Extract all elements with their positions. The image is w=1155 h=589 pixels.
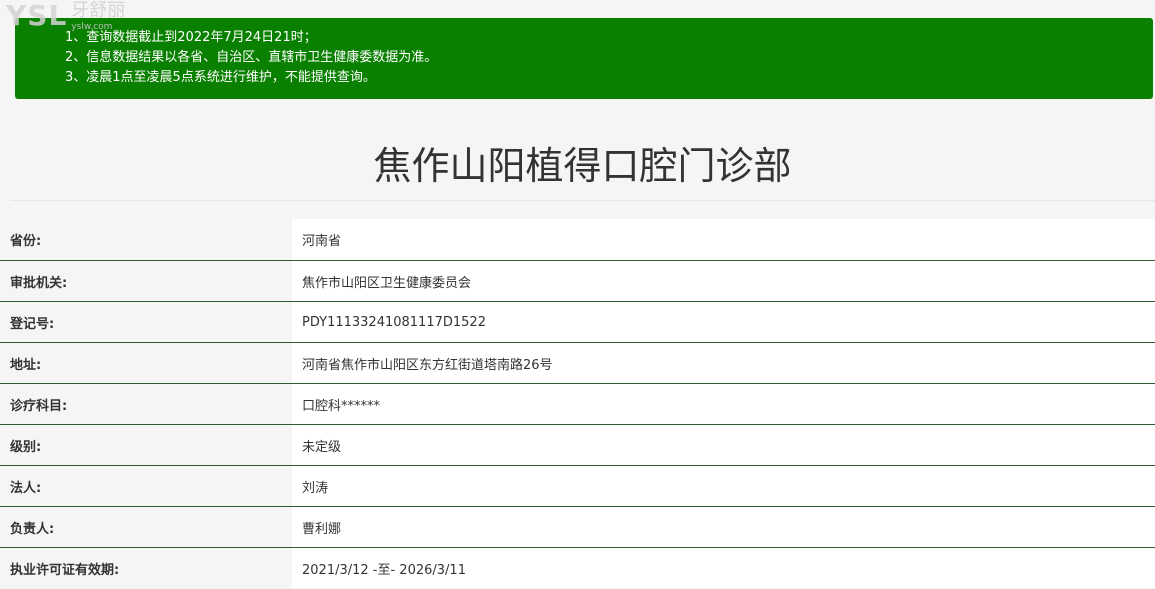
notice-line: 3、凌晨1点至凌晨5点系统进行维护，不能提供查询。 (65, 70, 376, 85)
row-label: 级别: (0, 424, 292, 465)
notice-line: 1、查询数据截止到2022年7月24日21时； (65, 30, 317, 45)
table-row: 法人: 刘涛 (0, 465, 1155, 506)
row-label: 法人: (0, 465, 292, 506)
row-value: 焦作市山阳区卫生健康委员会 (292, 260, 1155, 301)
row-label: 地址: (0, 342, 292, 383)
table-row: 登记号: PDY11133241081117D1522 (0, 301, 1155, 342)
table-row: 级别: 未定级 (0, 424, 1155, 465)
row-value: 2021/3/12 -至- 2026/3/11 (292, 547, 1155, 588)
table-row: 负责人: 曹利娜 (0, 506, 1155, 547)
table-row: 诊疗科目: 口腔科****** (0, 383, 1155, 424)
row-label: 审批机关: (0, 260, 292, 301)
row-value: 未定级 (292, 424, 1155, 465)
row-label: 省份: (0, 219, 292, 260)
row-value: 河南省焦作市山阳区东方红街道塔南路26号 (292, 342, 1155, 383)
table-row: 地址: 河南省焦作市山阳区东方红街道塔南路26号 (0, 342, 1155, 383)
notice-line: 2、信息数据结果以各省、自治区、直辖市卫生健康委数据为准。 (65, 50, 438, 65)
row-label: 执业许可证有效期: (0, 547, 292, 588)
row-value: 口腔科****** (292, 383, 1155, 424)
row-value: 刘涛 (292, 465, 1155, 506)
table-row: 省份: 河南省 (0, 219, 1155, 260)
page-title: 焦作山阳植得口腔门诊部 (373, 143, 792, 188)
table-row: 执业许可证有效期: 2021/3/12 -至- 2026/3/11 (0, 547, 1155, 588)
row-label: 登记号: (0, 301, 292, 342)
row-label: 负责人: (0, 506, 292, 547)
row-label: 诊疗科目: (0, 383, 292, 424)
row-value: 河南省 (292, 219, 1155, 260)
row-value: 曹利娜 (292, 506, 1155, 547)
title-section: 焦作山阳植得口腔门诊部 (10, 120, 1155, 201)
row-value: PDY11133241081117D1522 (292, 301, 1155, 342)
info-table: 省份: 河南省 审批机关: 焦作市山阳区卫生健康委员会 登记号: PDY1113… (0, 219, 1155, 588)
table-row: 审批机关: 焦作市山阳区卫生健康委员会 (0, 260, 1155, 301)
notice-banner: 1、查询数据截止到2022年7月24日21时； 2、信息数据结果以各省、自治区、… (15, 18, 1153, 99)
